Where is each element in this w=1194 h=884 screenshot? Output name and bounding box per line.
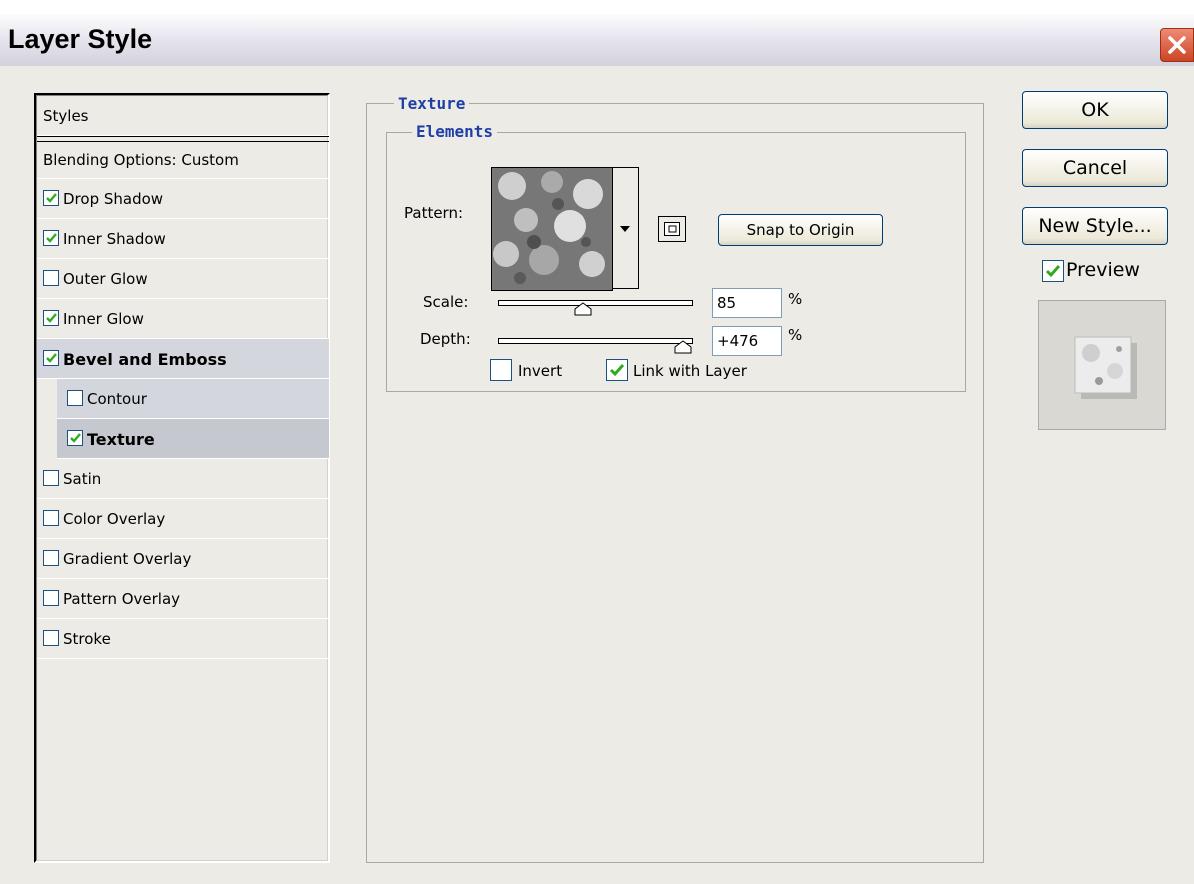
style-checkbox-texture[interactable] [67, 430, 83, 446]
style-checkbox-inner-shadow[interactable] [43, 230, 59, 246]
style-checkbox-pattern-overlay[interactable] [43, 590, 59, 606]
pattern-dropdown-button[interactable] [613, 167, 639, 289]
style-item-inner-shadow[interactable]: Inner Shadow [37, 219, 329, 259]
style-item-stroke[interactable]: Stroke [37, 619, 329, 659]
preview-checkbox[interactable] [1042, 260, 1064, 282]
style-label-gradient-overlay: Gradient Overlay [63, 550, 192, 568]
depth-slider[interactable] [498, 338, 693, 344]
check-icon [1045, 265, 1061, 278]
style-label-drop-shadow: Drop Shadow [63, 190, 164, 208]
cancel-button[interactable]: Cancel [1022, 149, 1168, 187]
window-title: Layer Style [8, 24, 153, 54]
style-checkbox-satin[interactable] [43, 470, 59, 486]
pattern-swatch[interactable] [491, 167, 613, 291]
preview-swatch-image [1074, 336, 1137, 399]
styles-header[interactable]: Styles [37, 96, 329, 136]
style-label-satin: Satin [63, 470, 102, 488]
snap-to-origin-button[interactable]: Snap to Origin [718, 214, 883, 246]
style-item-pattern-overlay[interactable]: Pattern Overlay [37, 579, 329, 619]
dropdown-arrow-icon [620, 226, 630, 232]
style-label-inner-shadow: Inner Shadow [63, 230, 166, 248]
style-item-drop-shadow[interactable]: Drop Shadow [37, 179, 329, 219]
invert-checkbox[interactable] [490, 359, 512, 381]
depth-input[interactable]: +476 [712, 326, 782, 356]
link-with-layer-checkbox[interactable] [606, 359, 628, 381]
scale-label: Scale: [423, 293, 469, 311]
close-button[interactable] [1160, 28, 1194, 62]
blending-options-label: Blending Options: Custom [43, 151, 239, 169]
style-label-outer-glow: Outer Glow [63, 270, 148, 288]
style-label-stroke: Stroke [63, 630, 111, 648]
style-item-color-overlay[interactable]: Color Overlay [37, 499, 329, 539]
ok-button[interactable]: OK [1022, 91, 1168, 129]
close-icon [1168, 36, 1186, 54]
style-label-pattern-overlay: Pattern Overlay [63, 590, 181, 608]
preview-label: Preview [1066, 259, 1140, 281]
styles-list: Styles Blending Options: Custom Drop Sha… [34, 93, 330, 863]
layer-style-dialog: Layer Style Styles Blending Options: Cus… [0, 14, 1194, 884]
style-checkbox-color-overlay[interactable] [43, 510, 59, 526]
new-preset-icon [664, 222, 680, 236]
invert-label: Invert [518, 362, 563, 380]
blending-options-item[interactable]: Blending Options: Custom [37, 142, 329, 179]
styles-header-label: Styles [43, 107, 89, 125]
style-item-satin[interactable]: Satin [37, 459, 329, 499]
style-item-bevel-and-emboss[interactable]: Bevel and Emboss [37, 339, 329, 379]
check-icon [46, 313, 57, 323]
scale-slider[interactable] [498, 300, 693, 306]
style-checkbox-gradient-overlay[interactable] [43, 550, 59, 566]
check-icon [46, 353, 57, 363]
style-item-contour[interactable]: Contour [57, 379, 329, 419]
style-checkbox-bevel-and-emboss[interactable] [43, 350, 59, 366]
elements-title: Elements [412, 122, 498, 141]
texture-title: Texture [394, 94, 470, 113]
scale-slider-thumb[interactable] [574, 302, 592, 316]
depth-unit: % [788, 326, 803, 344]
style-checkbox-contour[interactable] [67, 390, 83, 406]
check-icon [46, 193, 57, 203]
scale-unit: % [788, 290, 803, 308]
check-icon [70, 433, 81, 443]
style-checkbox-stroke[interactable] [43, 630, 59, 646]
scale-input[interactable]: 85 [712, 288, 782, 318]
pattern-texture-image [492, 168, 612, 290]
new-preset-button[interactable] [658, 216, 686, 242]
title-bar: Layer Style [0, 14, 1194, 66]
depth-slider-thumb[interactable] [674, 340, 692, 354]
style-label-inner-glow: Inner Glow [63, 310, 144, 328]
style-checkbox-drop-shadow[interactable] [43, 190, 59, 206]
pattern-label: Pattern: [404, 204, 464, 222]
style-label-texture: Texture [87, 430, 155, 449]
new-style-button[interactable]: New Style... [1022, 207, 1168, 245]
preview-thumbnail [1038, 300, 1166, 430]
style-item-outer-glow[interactable]: Outer Glow [37, 259, 329, 299]
style-label-color-overlay: Color Overlay [63, 510, 166, 528]
link-with-layer-label: Link with Layer [633, 362, 747, 380]
check-icon [609, 364, 625, 377]
dialog-body: Styles Blending Options: Custom Drop Sha… [8, 66, 1194, 884]
style-checkbox-inner-glow[interactable] [43, 310, 59, 326]
style-item-inner-glow[interactable]: Inner Glow [37, 299, 329, 339]
style-label-contour: Contour [87, 390, 147, 408]
check-icon [46, 233, 57, 243]
style-label-bevel-and-emboss: Bevel and Emboss [63, 350, 227, 369]
style-checkbox-outer-glow[interactable] [43, 270, 59, 286]
style-item-gradient-overlay[interactable]: Gradient Overlay [37, 539, 329, 579]
style-item-texture[interactable]: Texture [57, 419, 329, 459]
depth-label: Depth: [420, 330, 471, 348]
